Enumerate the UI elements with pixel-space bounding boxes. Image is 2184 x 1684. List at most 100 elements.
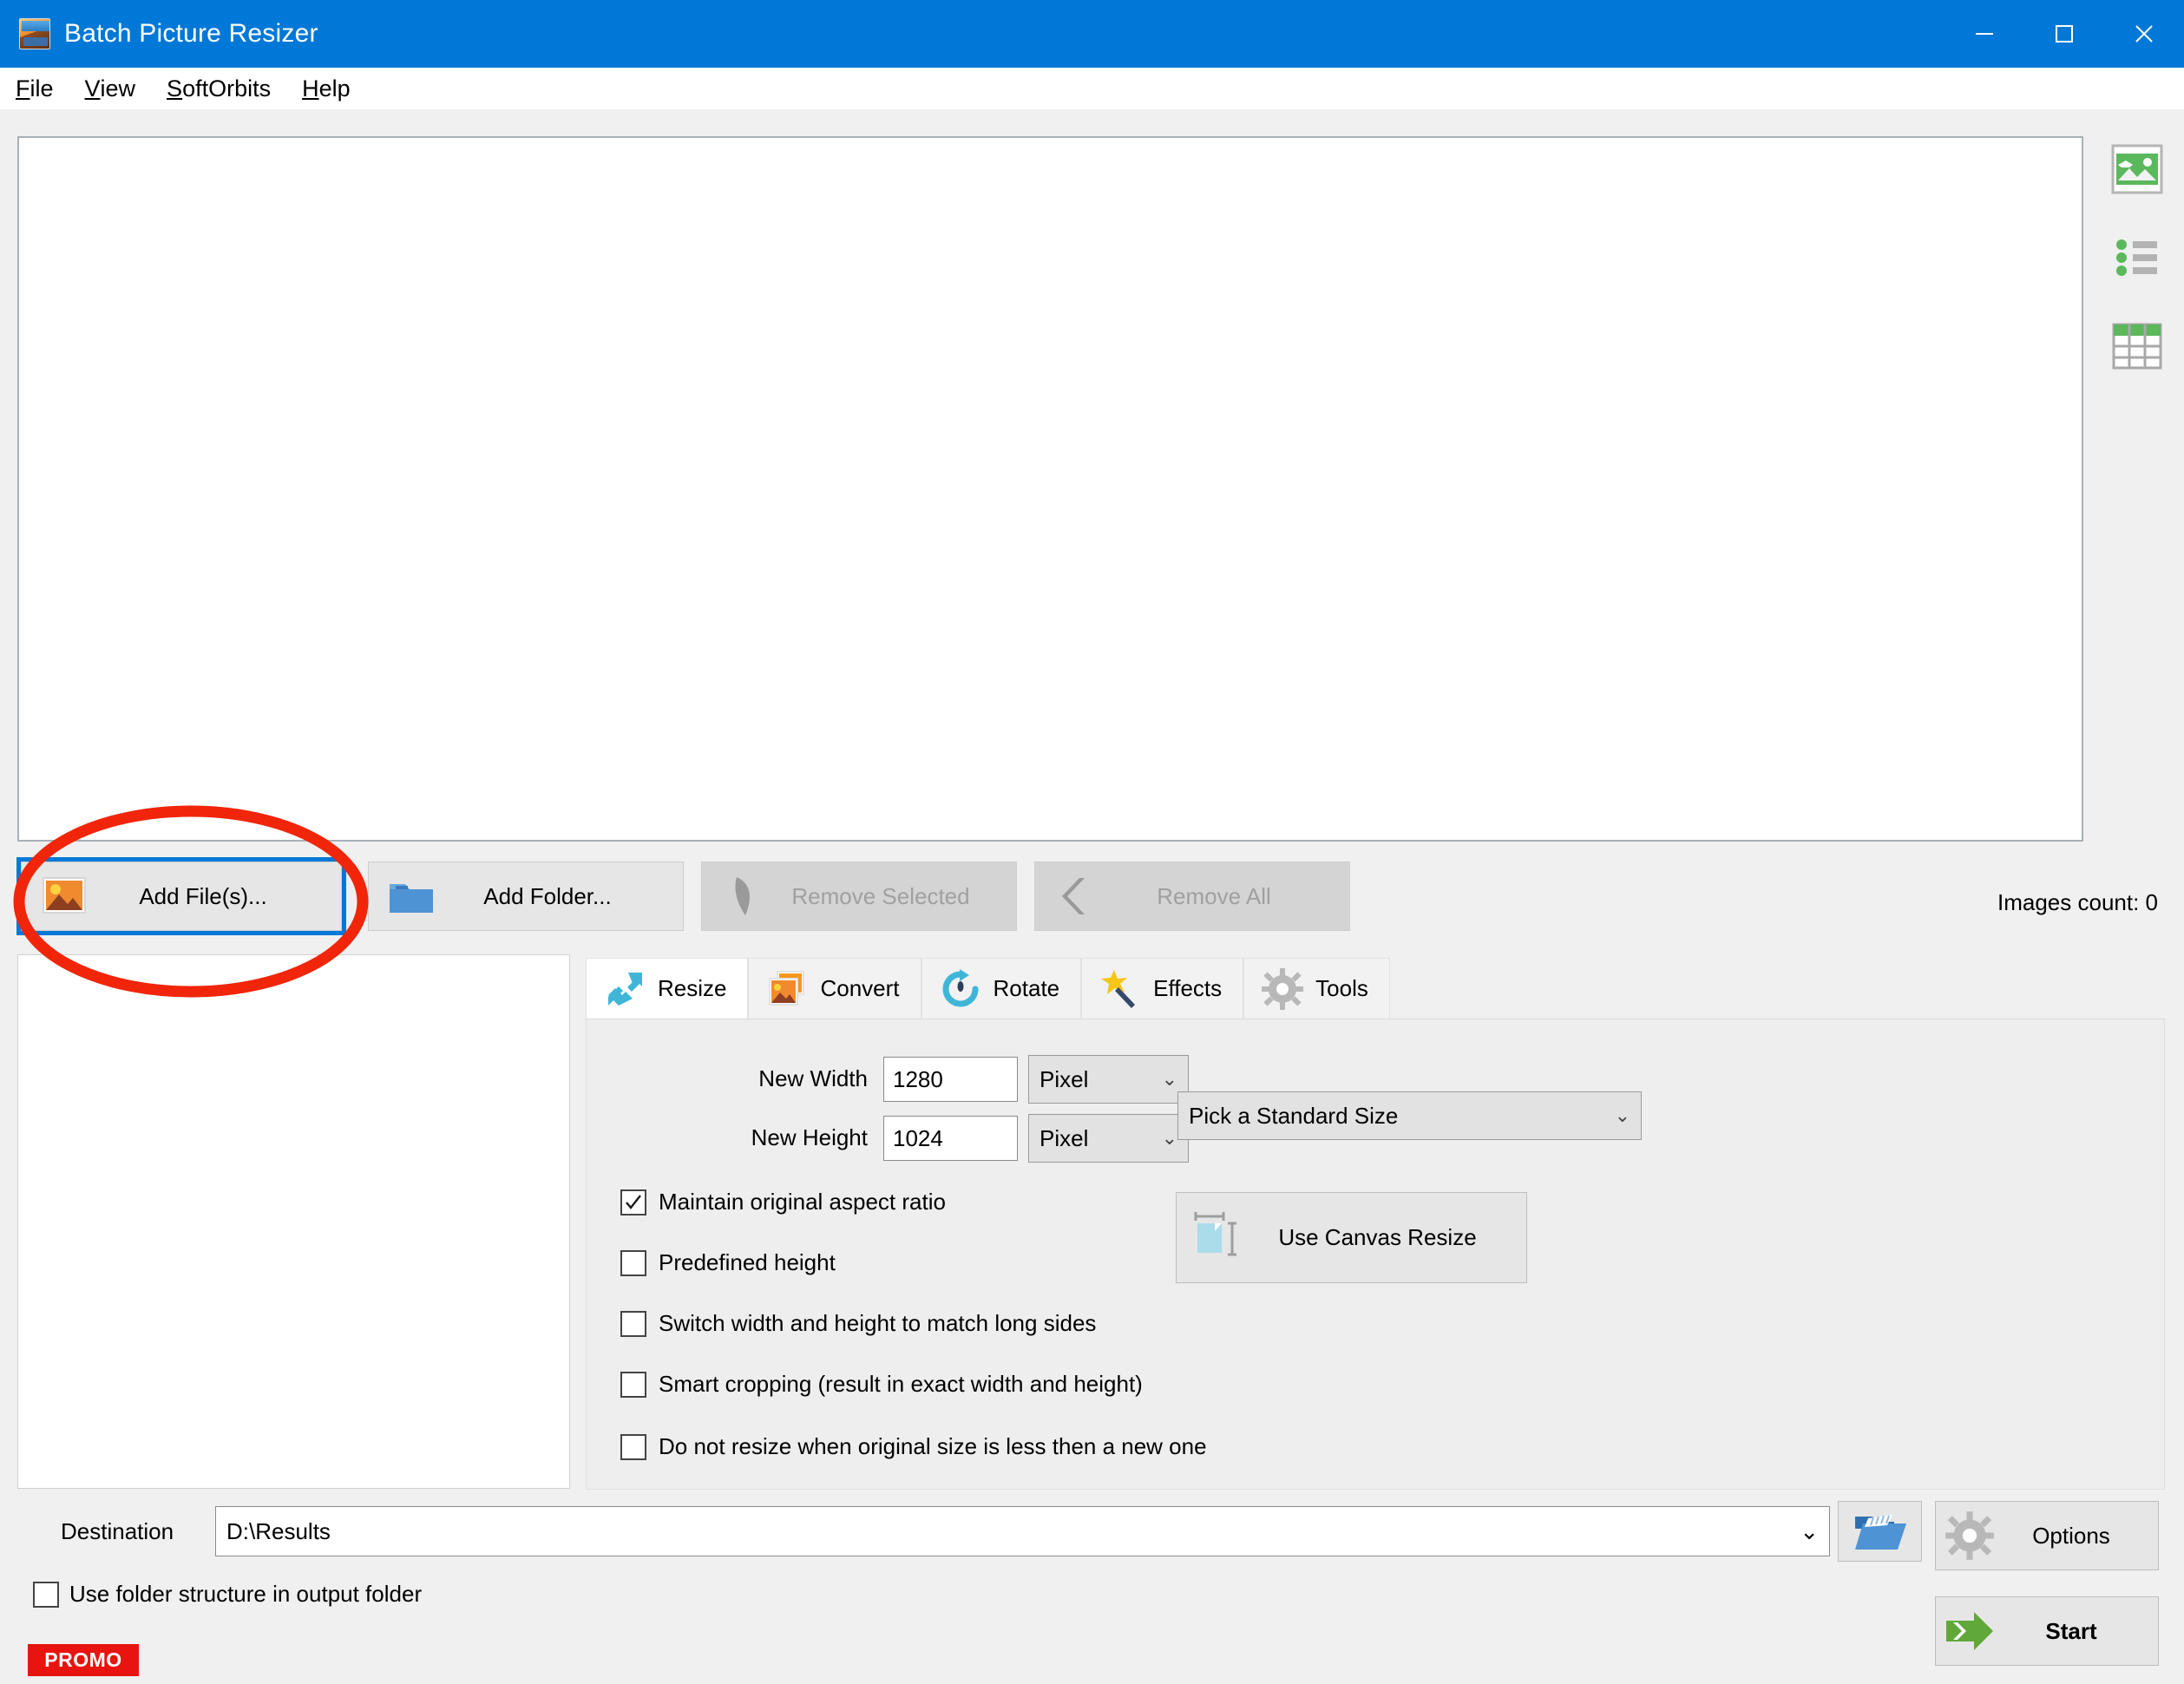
use-canvas-resize-label: Use Canvas Resize xyxy=(1255,1224,1526,1251)
menu-item-help[interactable]: Help xyxy=(286,68,366,109)
start-text: Start xyxy=(2045,1617,2097,1644)
new-width-input[interactable]: 1280 xyxy=(883,1057,1018,1102)
list-view-button[interactable] xyxy=(2104,225,2170,291)
checkbox-use-folder-structure[interactable]: Use folder structure in output folder xyxy=(33,1581,422,1608)
destination-value: D:\Results xyxy=(226,1517,331,1544)
checkbox-smart-cropping[interactable]: Smart cropping (result in exact width an… xyxy=(620,1371,1143,1398)
green-arrow-icon xyxy=(1936,1609,2004,1654)
menu-view-accel: V xyxy=(84,75,101,102)
close-button[interactable] xyxy=(2104,0,2184,68)
new-height-input[interactable]: 1024 xyxy=(883,1116,1018,1161)
checkbox-label-predefined-height: Predefined height xyxy=(659,1249,836,1275)
maximize-icon xyxy=(2056,25,2073,43)
tab-resize-label: Resize xyxy=(658,975,727,1001)
add-files-text: Add File(s)... xyxy=(139,882,267,909)
standard-size-value: Pick a Standard Size xyxy=(1189,1102,1399,1129)
destination-input[interactable]: D:\Results ⌄ xyxy=(215,1506,1830,1556)
use-canvas-resize-button[interactable]: Use Canvas Resize xyxy=(1176,1192,1527,1283)
tab-rotate-label: Rotate xyxy=(993,975,1060,1001)
thumbnail-view-button[interactable] xyxy=(2104,136,2170,202)
destination-label: Destination xyxy=(61,1518,174,1544)
checkbox-label-maintain-aspect-ratio: Maintain original aspect ratio xyxy=(659,1189,946,1215)
options-label: Options xyxy=(2004,1523,2158,1550)
checkbox-predefined-height[interactable]: Predefined height xyxy=(620,1249,836,1276)
remove-icon xyxy=(714,874,775,919)
menu-file-accel: F xyxy=(16,75,30,102)
open-folder-icon xyxy=(1854,1515,1906,1550)
chevron-down-icon: ⌄ xyxy=(1161,1127,1177,1149)
browse-destination-button[interactable] xyxy=(1838,1501,1922,1562)
menu-softorbits-rest: oftOrbits xyxy=(182,75,272,102)
standard-size-select[interactable]: Pick a Standard Size ⌄ xyxy=(1177,1091,1642,1140)
tab-convert[interactable]: Convert xyxy=(748,958,921,1019)
bullet-list-icon xyxy=(2116,239,2157,276)
minimize-icon xyxy=(1976,33,1993,35)
checkbox-label-switch-width-height: Switch width and height to match long si… xyxy=(659,1310,1097,1336)
tab-convert-label: Convert xyxy=(820,975,900,1001)
remove-all-text: Remove All xyxy=(1157,882,1271,909)
tab-rotate[interactable]: Rotate xyxy=(921,958,1082,1019)
canvas-measure-icon xyxy=(1177,1209,1255,1267)
checkbox-maintain-aspect-ratio[interactable]: Maintain original aspect ratio xyxy=(620,1189,946,1215)
options-button[interactable]: Options xyxy=(1935,1501,2159,1570)
remove-selected-button[interactable]: Remove Selected xyxy=(701,862,1017,931)
window-title: Batch Picture Resizer xyxy=(64,19,318,48)
width-unit-select[interactable]: Pixel ⌄ xyxy=(1028,1055,1189,1104)
menu-item-softorbits[interactable]: SoftOrbits xyxy=(151,68,286,109)
image-thumbnail-icon xyxy=(2111,144,2163,194)
menu-help-rest: elp xyxy=(318,75,351,102)
menu-bar: File View SoftOrbits Help xyxy=(0,68,2184,109)
checkbox-label-use-folder-structure: Use folder structure in output folder xyxy=(69,1581,423,1607)
checkbox-box xyxy=(620,1310,646,1337)
chevron-down-icon: ⌄ xyxy=(1161,1068,1177,1090)
add-files-label: Add File(s)... xyxy=(95,883,341,910)
gear-icon xyxy=(1936,1510,2004,1561)
checkbox-label-smart-cropping: Smart cropping (result in exact width an… xyxy=(659,1371,1143,1397)
tab-resize[interactable]: Resize xyxy=(586,958,749,1019)
height-unit-select[interactable]: Pixel ⌄ xyxy=(1028,1114,1189,1163)
maximize-button[interactable] xyxy=(2024,0,2104,68)
add-files-button[interactable]: Add File(s)... xyxy=(16,857,346,935)
images-count-label: Images count: 0 xyxy=(1997,889,2158,915)
options-text: Options xyxy=(2032,1522,2110,1549)
tab-strip: Resize Convert Rotate Effects Tools xyxy=(586,958,2165,1019)
chevron-down-icon: ⌄ xyxy=(1614,1104,1630,1126)
checkbox-box xyxy=(620,1371,646,1398)
add-folder-button[interactable]: Add Folder... xyxy=(368,862,684,931)
tab-tools[interactable]: Tools xyxy=(1243,958,1390,1019)
tab-tools-label: Tools xyxy=(1315,975,1368,1001)
check-icon xyxy=(626,1194,641,1209)
minimize-button[interactable] xyxy=(1945,0,2024,68)
menu-item-file[interactable]: File xyxy=(0,68,69,109)
add-folder-label: Add Folder... xyxy=(442,883,683,910)
start-button[interactable]: Start xyxy=(1935,1596,2159,1666)
tab-effects[interactable]: Effects xyxy=(1081,958,1244,1019)
resize-arrows-icon xyxy=(602,966,647,1012)
chevron-down-icon[interactable]: ⌄ xyxy=(1800,1518,1819,1545)
file-list-panel[interactable] xyxy=(17,954,570,1489)
checkbox-label-do-not-resize: Do not resize when original size is less… xyxy=(659,1433,1207,1459)
menu-help-accel: H xyxy=(302,75,319,102)
checkbox-do-not-resize[interactable]: Do not resize when original size is less… xyxy=(620,1433,1207,1460)
table-grid-icon xyxy=(2112,323,2162,370)
view-mode-strip xyxy=(2104,136,2182,396)
add-folder-text: Add Folder... xyxy=(483,882,612,909)
remove-all-button[interactable]: Remove All xyxy=(1034,862,1350,931)
title-bar: Batch Picture Resizer xyxy=(0,0,2184,68)
new-height-label: New Height xyxy=(751,1124,868,1150)
checkbox-box-checked xyxy=(620,1189,646,1215)
menu-view-rest: iew xyxy=(100,75,136,102)
details-view-button[interactable] xyxy=(2104,313,2170,379)
checkbox-box xyxy=(33,1581,59,1608)
width-unit-value: Pixel xyxy=(1040,1065,1089,1092)
remove-all-label: Remove All xyxy=(1108,883,1349,910)
rotate-circular-icon xyxy=(938,966,983,1012)
remove-selected-text: Remove Selected xyxy=(791,882,970,909)
checkbox-switch-width-height[interactable]: Switch width and height to match long si… xyxy=(620,1310,1096,1337)
promo-badge[interactable]: PROMO xyxy=(28,1644,139,1676)
picture-icon xyxy=(34,875,95,917)
image-list-preview-area[interactable] xyxy=(17,136,2083,842)
chevron-left-icon xyxy=(1047,874,1108,919)
menu-item-view[interactable]: View xyxy=(69,68,152,109)
folder-icon xyxy=(381,875,442,917)
